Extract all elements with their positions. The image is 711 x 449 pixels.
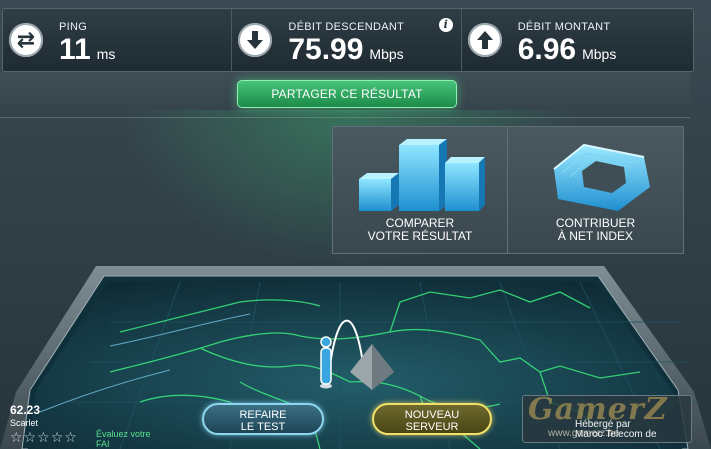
rate-isp-link[interactable]: Évaluez votre FAI <box>96 429 151 449</box>
ping-arrows-icon: ⇄ <box>9 23 43 57</box>
share-result-button[interactable]: PARTAGER CE RÉSULTAT <box>237 80 457 108</box>
new-server-button[interactable]: NOUVEAU SERVEUR <box>372 403 492 435</box>
download-unit: Mbps <box>369 46 404 62</box>
isp-rating-stars[interactable]: ☆ ☆ ☆ ☆ ☆ <box>10 430 77 444</box>
user-location-pin <box>320 336 332 389</box>
download-label: DÉBIT DESCENDANT <box>288 21 405 33</box>
upload-arrow-icon <box>467 23 502 57</box>
bar-chart-3d-icon <box>359 139 485 211</box>
promo-cards: COMPARER VOTRE RÉSULTAT CONTRIBUER À NET… <box>332 126 684 254</box>
isp-rate: 62.23 <box>10 403 41 417</box>
upload-value: 6.96 Mbps <box>518 35 617 65</box>
net-index-ring-icon <box>553 143 650 211</box>
upload-number: 6.96 <box>517 33 577 66</box>
compare-result-card[interactable]: COMPARER VOTRE RÉSULTAT <box>332 126 508 254</box>
star-icon[interactable]: ☆ <box>64 430 77 444</box>
download-arrow-icon <box>238 23 273 57</box>
download-value: 75.99 Mbps <box>288 35 403 65</box>
ping-number: 11 <box>59 33 91 66</box>
upload-stat: DÉBIT MONTANT 6.96 Mbps <box>462 9 693 71</box>
watermark-url: www.gamerz.be <box>548 428 620 439</box>
ping-label: PING <box>59 21 88 33</box>
isp-panel: 62.23 Scarlet ☆ ☆ ☆ ☆ ☆ Évaluez votre FA… <box>6 395 166 449</box>
star-icon[interactable]: ☆ <box>10 430 23 444</box>
download-number: 75.99 <box>288 33 364 66</box>
star-icon[interactable]: ☆ <box>37 430 50 444</box>
isp-name: Scarlet <box>10 418 39 428</box>
speedtest-app: ⇄ PING 11 ms DÉBIT DESCENDANT 75.99 Mbps i… <box>0 0 711 449</box>
bottom-controls: 62.23 Scarlet ☆ ☆ ☆ ☆ ☆ Évaluez votre FA… <box>0 391 711 449</box>
results-bar: ⇄ PING 11 ms DÉBIT DESCENDANT 75.99 Mbps i… <box>2 8 694 72</box>
net-index-label: CONTRIBUER À NET INDEX <box>555 216 636 243</box>
star-icon[interactable]: ☆ <box>51 430 64 444</box>
star-icon[interactable]: ☆ <box>24 430 37 444</box>
ping-value: 11 ms <box>59 35 115 65</box>
ping-unit: ms <box>96 46 116 62</box>
watermark-logo: GamerZ <box>528 392 668 427</box>
ping-stat: ⇄ PING 11 ms <box>3 9 233 71</box>
upload-label: DÉBIT MONTANT <box>517 21 611 33</box>
net-index-card[interactable]: CONTRIBUER À NET INDEX <box>508 126 684 254</box>
upload-unit: Mbps <box>582 46 617 62</box>
compare-result-label: COMPARER VOTRE RÉSULTAT <box>367 216 473 243</box>
info-icon[interactable]: i <box>438 18 453 32</box>
retest-button[interactable]: REFAIRE LE TEST <box>202 403 324 435</box>
share-row: PARTAGER CE RÉSULTAT <box>0 72 690 118</box>
download-stat: DÉBIT DESCENDANT 75.99 Mbps i <box>232 9 462 71</box>
